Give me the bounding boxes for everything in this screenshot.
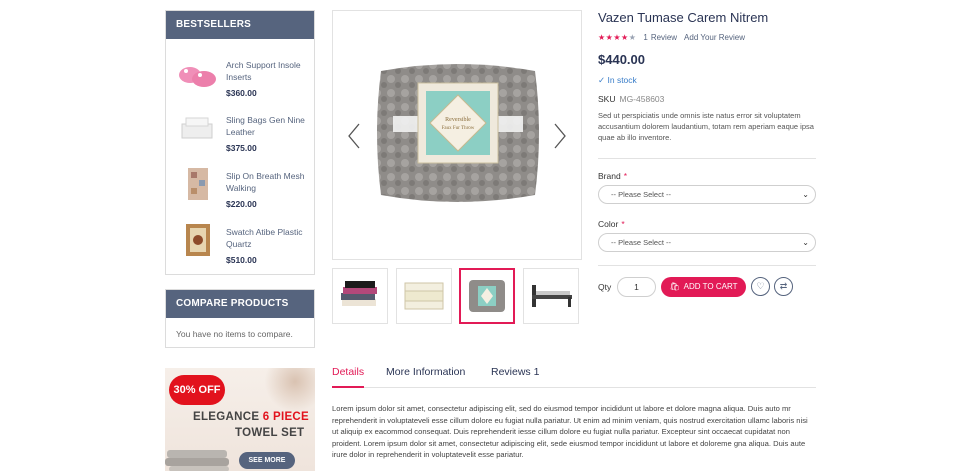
tab-more-information[interactable]: More Information (386, 366, 465, 378)
slippers-icon (179, 67, 216, 87)
product-rating: ★★★★★ 1 Review Add Your Review (598, 33, 745, 42)
sheets-image (341, 281, 377, 306)
banner-headline-a: ELEGANCE (193, 411, 263, 423)
see-more-button[interactable]: SEE MORE (239, 452, 295, 469)
heart-icon: ♡ (756, 281, 765, 291)
required-marker: * (621, 219, 625, 229)
shopping-bag-icon: 🛍 (669, 282, 680, 291)
chevron-right-icon[interactable] (553, 123, 567, 149)
check-icon: ✓ (598, 75, 606, 85)
stock-status: ✓ In stock (598, 75, 637, 86)
banner-subheadline: TOWEL SET (235, 427, 305, 439)
star-rating-icon: ★★★★★ (598, 33, 637, 42)
review-label[interactable]: Review (651, 33, 677, 42)
qty-label: Qty (598, 282, 612, 292)
divider (598, 265, 816, 266)
carpet-icon (186, 224, 210, 256)
chevron-down-icon: ⌄ (802, 190, 809, 199)
bed-frame-image (532, 285, 572, 307)
mattress-thumbnail[interactable] (396, 268, 452, 324)
banner-headline: ELEGANCE 6 PIECE (193, 411, 309, 423)
add-to-cart-button[interactable]: 🛍 ADD TO CART (661, 277, 746, 297)
color-label-text: Color (598, 219, 619, 229)
compare-icon: ⇄ (779, 281, 788, 291)
color-select-value: -- Please Select -- (611, 238, 672, 247)
sku-label: SKU (598, 94, 616, 104)
bestseller-name[interactable]: Swatch Atibe Plastic Quartz (226, 226, 312, 250)
stock-text: In stock (607, 75, 637, 85)
bestseller-price: $220.00 (226, 199, 257, 209)
tab-reviews[interactable]: Reviews 1 (491, 366, 539, 378)
product-title: Vazen Tumase Carem Nitrem (598, 10, 769, 25)
bestseller-name[interactable]: Arch Support Insole Inserts (226, 59, 312, 83)
color-select[interactable]: -- Please Select -- ⌄ (598, 233, 816, 252)
wishlist-button[interactable]: ♡ (751, 277, 770, 296)
tab-details[interactable]: Details (332, 366, 364, 378)
compare-empty-text: You have no items to compare. (176, 329, 293, 339)
throw-blanket-thumb-image (469, 280, 505, 312)
bestsellers-title: BESTSELLERS (166, 11, 314, 39)
compare-widget: COMPARE PRODUCTS You have no items to co… (165, 289, 315, 348)
promo-banner[interactable]: 30% OFF ELEGANCE 6 PIECE TOWEL SET SEE M… (165, 368, 315, 471)
chevron-down-icon: ⌄ (802, 238, 809, 247)
product-main-image[interactable]: Reversible Faux Fur Throw (332, 10, 582, 260)
towels-icon (181, 117, 213, 139)
rug-icon (188, 168, 208, 200)
bestseller-item[interactable]: Swatch Atibe Plastic Quartz $510.00 (166, 216, 316, 272)
product-sku: SKU MG-458603 (598, 94, 664, 104)
image-label-line-2: Faux Fur Throw (442, 126, 475, 131)
bestseller-price: $360.00 (226, 88, 257, 98)
required-marker: * (623, 171, 627, 181)
bestseller-price: $375.00 (226, 143, 257, 153)
banner-headline-b: 6 PIECE (262, 411, 309, 423)
chevron-left-icon[interactable] (347, 123, 361, 149)
compare-title: COMPARE PRODUCTS (166, 290, 314, 318)
brand-label: Brand * (598, 171, 627, 181)
image-label-line-1: Reversible (445, 117, 471, 123)
review-count[interactable]: 1 (643, 33, 647, 42)
towel-stack-image (165, 450, 229, 471)
bestseller-name[interactable]: Slip On Breath Mesh Walking (226, 170, 312, 194)
color-label: Color * (598, 219, 625, 229)
discount-badge: 30% OFF (169, 375, 225, 405)
active-tab-indicator (332, 386, 364, 388)
sheets-thumbnail[interactable] (332, 268, 388, 324)
quantity-input[interactable]: 1 (617, 277, 656, 297)
bestseller-item[interactable]: Slip On Breath Mesh Walking $220.00 (166, 160, 316, 216)
throw-blanket-image: Reversible Faux Fur Throw (377, 64, 539, 202)
banner-decoration (265, 368, 315, 413)
bestseller-price: $510.00 (226, 255, 257, 265)
bed-frame-thumbnail[interactable] (523, 268, 579, 324)
bestseller-name[interactable]: Sling Bags Gen Nine Leather (226, 114, 312, 138)
bestsellers-widget: BESTSELLERS Arch Support Insole Inserts … (165, 10, 315, 275)
sku-value: MG-458603 (619, 94, 665, 104)
mattress-image (404, 282, 444, 310)
product-tabs: Details More Information Reviews 1 (332, 362, 816, 388)
brand-select[interactable]: -- Please Select -- ⌄ (598, 185, 816, 204)
brand-select-value: -- Please Select -- (611, 190, 672, 199)
tab-content: Lorem ipsum dolor sit amet, consectetur … (332, 404, 808, 459)
compare-button[interactable]: ⇄ (774, 277, 793, 296)
product-price: $440.00 (598, 52, 645, 67)
add-to-cart-label: ADD TO CART (683, 282, 738, 291)
throw-blanket-thumbnail[interactable] (459, 268, 515, 324)
product-description: Sed ut perspiciatis unde omnis iste natu… (598, 111, 814, 142)
bestseller-item[interactable]: Sling Bags Gen Nine Leather $375.00 (166, 104, 316, 160)
add-review-link[interactable]: Add Your Review (684, 33, 745, 42)
bestseller-item[interactable]: Arch Support Insole Inserts $360.00 (166, 49, 316, 105)
brand-label-text: Brand (598, 171, 621, 181)
divider (598, 158, 816, 159)
